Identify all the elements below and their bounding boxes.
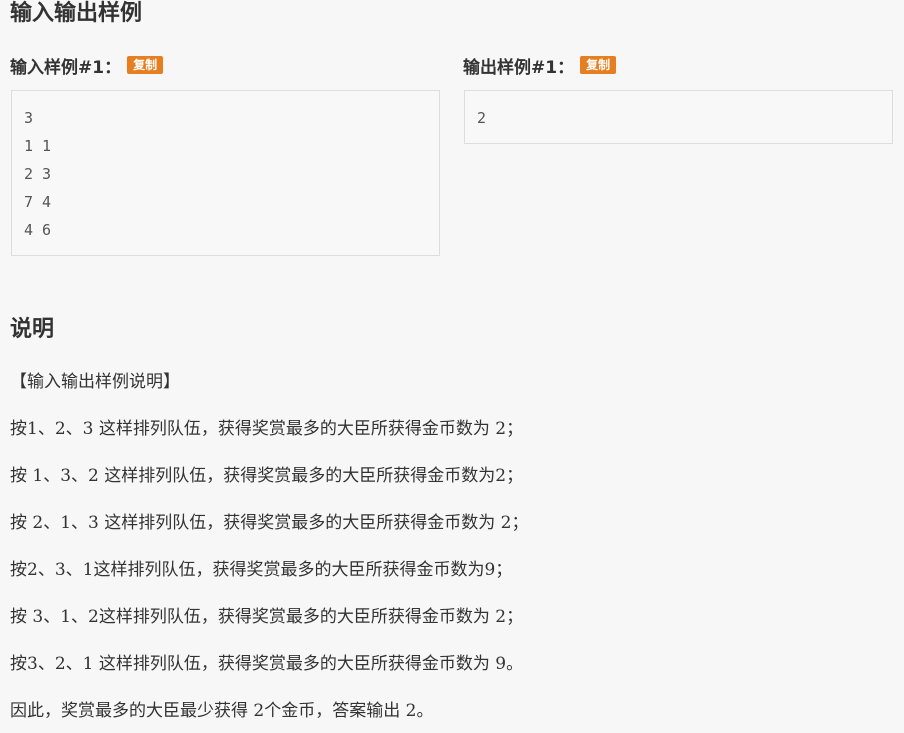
- output-sample-label: 输出样例#1：: [463, 57, 575, 78]
- explanation-paragraph: 按 1、3、2 这样排列队伍，获得奖赏最多的大臣所获得金币数为2；: [10, 466, 524, 486]
- explanation-paragraph: 按 3、1、2这样排列队伍，获得奖赏最多的大臣所获得金币数为 2；: [10, 607, 524, 627]
- explanation-paragraph: 按2、3、1这样排列队伍，获得奖赏最多的大臣所获得金币数为9；: [10, 560, 513, 580]
- output-line: 2: [477, 109, 487, 127]
- input-line: 1 1: [24, 137, 52, 155]
- input-line: 4 6: [24, 221, 52, 239]
- explanation-paragraph: 【输入输出样例说明】: [10, 372, 180, 392]
- explanation-paragraph: 按3、2、1 这样排列队伍，获得奖赏最多的大臣所获得金币数为 9。: [10, 654, 524, 674]
- section-title-io: 输入输出样例: [10, 1, 143, 26]
- input-line: 7 4: [24, 193, 52, 211]
- explanation-paragraph: 按1、2、3 这样排列队伍，获得奖赏最多的大臣所获得金币数为 2；: [10, 419, 524, 439]
- explanation-paragraph: 因此，奖赏最多的大臣最少获得 2个金币，答案输出 2。: [10, 701, 434, 721]
- problem-content: 输入输出样例 输入样例#1： 复制 3 1 1 2 3 7 4 4 6 输出样例…: [0, 0, 904, 733]
- copy-input-button[interactable]: 复制: [127, 56, 164, 74]
- explanation-paragraph: 按 2、1、3 这样排列队伍，获得奖赏最多的大臣所获得金币数为 2；: [10, 513, 529, 533]
- output-sample-box[interactable]: 2: [464, 90, 893, 144]
- input-line: 2 3: [24, 165, 52, 183]
- input-sample-box[interactable]: 3 1 1 2 3 7 4 4 6: [11, 90, 440, 256]
- section-title-explanation: 说明: [10, 317, 55, 342]
- input-sample-header: 输入样例#1： 复制: [10, 53, 164, 78]
- input-line: 3: [24, 109, 34, 127]
- copy-output-button[interactable]: 复制: [580, 56, 617, 74]
- input-sample-label: 输入样例#1：: [10, 57, 122, 78]
- output-sample-header: 输出样例#1： 复制: [463, 53, 617, 78]
